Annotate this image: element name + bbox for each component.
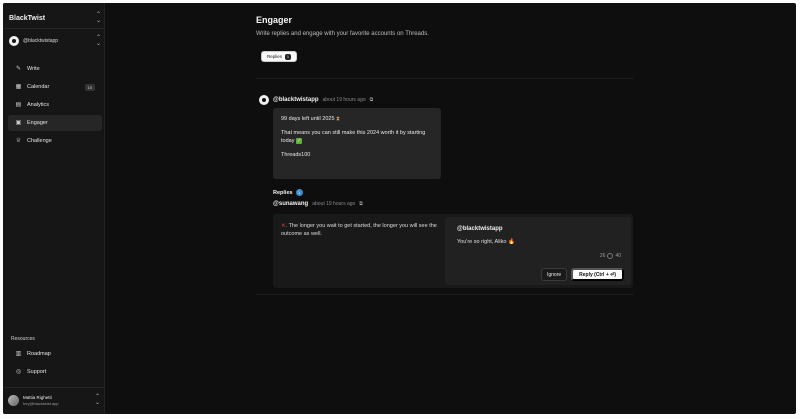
page-title: Engager [256,15,293,25]
support-icon: ◎ [15,368,22,375]
draft-reply-panel[interactable]: @blacktwistapp You're so right, Aliko 🔥 … [445,217,631,285]
sidebar-item-label: Challenge [27,138,52,144]
page-subtitle: Write replies and engage with your favor… [256,31,429,37]
calendar-icon: ▦ [15,83,22,90]
progress-ring-icon [607,253,614,259]
chevron-updown-icon: ⌃ ⌄ [95,35,101,47]
reply-author[interactable]: @sunawang [273,201,308,207]
pen-icon: ✎ [15,65,22,72]
divider [3,28,105,29]
reply-card: ✕. The longer you wait to get started, t… [273,214,633,288]
divider [256,294,633,295]
tab-count-badge: 1 [285,53,291,60]
sidebar-item-label: Write [27,66,40,72]
replies-count-badge: 1 [295,189,303,196]
calendar-count-badge: 10 [84,83,95,91]
user-email: hey@blacktwist.app [23,400,59,406]
hourglass-icon: ⧗ [336,116,340,122]
draft-reply-input[interactable]: You're so right, Aliko 🔥 [457,239,619,245]
external-link-icon[interactable]: ⧉ [370,97,374,103]
reply-text: ✕. The longer you wait to get started, t… [281,223,437,237]
sidebar-item-challenge[interactable]: ♕ Challenge [8,133,102,149]
tab-replies[interactable]: Replies 1 [261,51,297,62]
post-line: That means you can still make this 2024 … [281,130,426,144]
replies-heading: Replies 1 [273,189,303,196]
workspace-name: BlackTwist [9,14,46,22]
sidebar-item-label: Engager [27,120,48,126]
analytics-icon: ▤ [15,101,22,108]
resources-heading: Resources [11,336,35,342]
resources-nav: ▥ Roadmap ◎ Support [8,346,102,382]
sidebar-item-label: Roadmap [27,351,51,357]
sidebar-item-calendar[interactable]: ▦ Calendar 10 [8,79,102,95]
external-link-icon[interactable]: ⧉ [359,201,363,207]
divider [3,387,105,388]
sidebar-item-analytics[interactable]: ▤ Analytics [8,97,102,113]
divider [256,78,633,79]
tab-label: Replies [267,54,283,59]
post-line: 99 days left until 2025 ⧗ [281,116,340,122]
fire-icon: 🔥 [508,239,515,245]
user-name: Mattia Righetti [23,394,52,400]
sidebar-item-write[interactable]: ✎ Write [8,61,102,77]
sidebar-item-roadmap[interactable]: ▥ Roadmap [8,346,102,362]
main-content: Engager Write replies and engage with yo… [256,15,636,295]
post-author[interactable]: @blacktwistapp [273,97,319,103]
sidebar-item-support[interactable]: ◎ Support [8,364,102,380]
user-menu[interactable]: Mattia Righetti hey@blacktwist.app ⌃ ⌄ [8,391,100,409]
account-name: @blacktwistapp [23,38,59,44]
sidebar-item-label: Calendar [27,84,50,90]
chevron-updown-icon: ⌃ ⌄ [95,12,101,24]
reply-header: @sunawang about 19 hours ago ⧉ [273,201,363,207]
post-hashtag: Threads100 [281,152,311,158]
workspace-switcher[interactable]: BlackTwist ⌃ ⌄ [9,11,101,25]
account-switcher[interactable]: @blacktwistapp ⌃ ⌄ [9,33,101,49]
trophy-icon: ♕ [15,137,22,144]
map-icon: ▥ [15,350,22,357]
threads-logo-icon [9,36,19,46]
sidebar-item-engager[interactable]: ▣ Engager [8,115,102,131]
sidebar: BlackTwist ⌃ ⌄ @blacktwistapp ⌃ ⌄ ✎ Write … [3,3,105,414]
engager-icon: ▣ [15,119,22,126]
threads-logo-icon [259,95,269,105]
check-icon: ✓ [296,138,302,144]
sidebar-nav: ✎ Write ▦ Calendar 10 ▤ Analytics ▣ Enga… [8,61,102,151]
sidebar-item-label: Support [27,369,47,375]
reply-timestamp: about 19 hours ago [312,201,356,207]
reply-button[interactable]: Reply (Ctrl + ⏎) [571,268,624,281]
ignore-button[interactable]: Ignore [540,268,568,281]
chevron-updown-icon: ⌃ ⌄ [94,394,100,406]
post-header: @blacktwistapp about 19 hours ago ⧉ [259,95,373,105]
draft-author: @blacktwistapp [457,226,503,232]
post-card: 99 days left until 2025 ⧗ That means you… [273,108,441,179]
post-timestamp: about 19 hours ago [322,97,366,103]
app-window: BlackTwist ⌃ ⌄ @blacktwistapp ⌃ ⌄ ✎ Write … [3,3,796,414]
avatar [8,394,19,406]
character-counter: 26 40 [599,253,621,259]
sidebar-item-label: Analytics [27,102,50,108]
